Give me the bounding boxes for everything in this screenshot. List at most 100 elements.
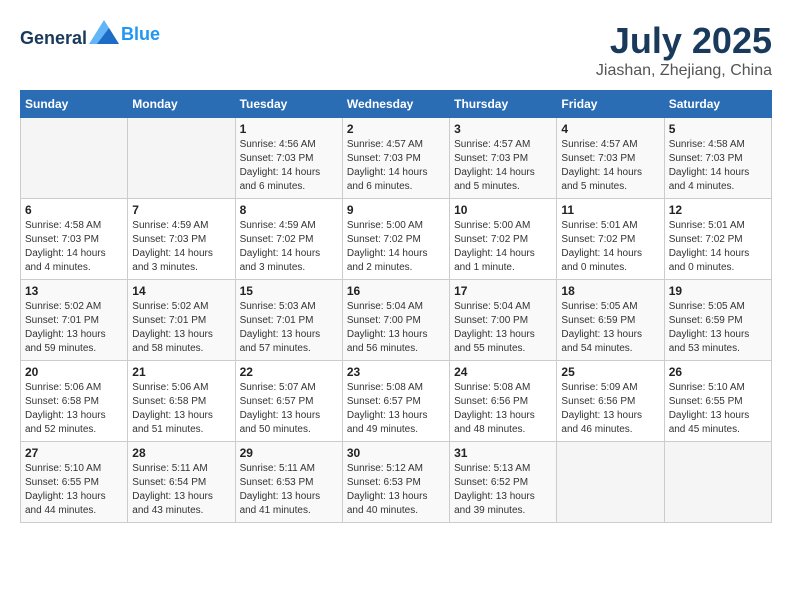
day-number: 12 [669, 203, 767, 217]
day-number: 6 [25, 203, 123, 217]
weekday-header-thursday: Thursday [450, 91, 557, 118]
calendar-cell: 29 Sunrise: 5:11 AMSunset: 6:53 PMDayligh… [235, 442, 342, 523]
calendar-cell: 21Sunrise: 5:06 AMSunset: 6:58 PMDayligh… [128, 361, 235, 442]
day-info: Sunrise: 5:11 AMSunset: 6:53 PMDaylight:… [240, 462, 338, 518]
calendar-cell: 14 Sunrise: 5:02 AMSunset: 7:01 PMDayligh… [128, 280, 235, 361]
calendar-cell: 23 Sunrise: 5:08 AMSunset: 6:57 PMDayligh… [342, 361, 449, 442]
day-number: 5 [669, 122, 767, 136]
day-number: 20 [25, 365, 123, 379]
day-number: 4 [561, 122, 659, 136]
day-number: 29 [240, 446, 338, 460]
day-number: 14 [132, 284, 230, 298]
day-number: 8 [240, 203, 338, 217]
day-info: Sunrise: 5:05 AMSunset: 6:59 PMDaylight:… [561, 300, 659, 356]
calendar-cell: 27Sunrise: 5:10 AMSunset: 6:55 PMDayligh… [21, 442, 128, 523]
day-info: Sunrise: 5:10 AMSunset: 6:55 PMDaylight:… [669, 381, 767, 437]
day-number: 27 [25, 446, 123, 460]
day-info: Sunrise: 5:04 AMSunset: 7:00 PMDaylight:… [347, 300, 445, 356]
weekday-header-saturday: Saturday [664, 91, 771, 118]
day-info: Sunrise: 5:01 AMSunset: 7:02 PMDaylight:… [669, 219, 767, 275]
calendar-cell: 4 Sunrise: 4:57 AMSunset: 7:03 PMDaylight… [557, 118, 664, 199]
day-number: 2 [347, 122, 445, 136]
calendar-cell: 15 Sunrise: 5:03 AMSunset: 7:01 PMDayligh… [235, 280, 342, 361]
calendar-cell: 11 Sunrise: 5:01 AMSunset: 7:02 PMDayligh… [557, 199, 664, 280]
day-number: 9 [347, 203, 445, 217]
day-number: 3 [454, 122, 552, 136]
calendar-cell: 2 Sunrise: 4:57 AMSunset: 7:03 PMDaylight… [342, 118, 449, 199]
day-info: Sunrise: 4:59 AMSunset: 7:03 PMDaylight:… [132, 219, 230, 275]
day-info: Sunrise: 4:59 AMSunset: 7:02 PMDaylight:… [240, 219, 338, 275]
day-number: 24 [454, 365, 552, 379]
day-number: 10 [454, 203, 552, 217]
calendar-cell: 3Sunrise: 4:57 AMSunset: 7:03 PMDaylight… [450, 118, 557, 199]
calendar-cell: 17 Sunrise: 5:04 AMSunset: 7:00 PMDayligh… [450, 280, 557, 361]
location: Jiashan, Zhejiang, China [596, 62, 772, 80]
day-info: Sunrise: 5:12 AMSunset: 6:53 PMDaylight:… [347, 462, 445, 518]
day-info: Sunrise: 5:02 AMSunset: 7:01 PMDaylight:… [132, 300, 230, 356]
day-info: Sunrise: 5:03 AMSunset: 7:01 PMDaylight:… [240, 300, 338, 356]
calendar-cell: 28Sunrise: 5:11 AMSunset: 6:54 PMDayligh… [128, 442, 235, 523]
day-info: Sunrise: 5:00 AMSunset: 7:02 PMDaylight:… [454, 219, 552, 275]
day-number: 19 [669, 284, 767, 298]
day-number: 21 [132, 365, 230, 379]
day-number: 16 [347, 284, 445, 298]
header: General Blue July 2025 Jiashan, Zhejiang… [20, 20, 772, 80]
weekday-header-monday: Monday [128, 91, 235, 118]
logo-icon [89, 20, 119, 44]
calendar-cell: 26Sunrise: 5:10 AMSunset: 6:55 PMDayligh… [664, 361, 771, 442]
day-number: 13 [25, 284, 123, 298]
calendar-cell: 12 Sunrise: 5:01 AMSunset: 7:02 PMDayligh… [664, 199, 771, 280]
month-title: July 2025 [596, 20, 772, 62]
day-info: Sunrise: 5:04 AMSunset: 7:00 PMDaylight:… [454, 300, 552, 356]
day-number: 17 [454, 284, 552, 298]
day-info: Sunrise: 5:05 AMSunset: 6:59 PMDaylight:… [669, 300, 767, 356]
weekday-header-tuesday: Tuesday [235, 91, 342, 118]
day-number: 31 [454, 446, 552, 460]
day-number: 28 [132, 446, 230, 460]
day-info: Sunrise: 5:02 AMSunset: 7:01 PMDaylight:… [25, 300, 123, 356]
calendar-cell: 24Sunrise: 5:08 AMSunset: 6:56 PMDayligh… [450, 361, 557, 442]
calendar-cell: 7 Sunrise: 4:59 AMSunset: 7:03 PMDaylight… [128, 199, 235, 280]
day-info: Sunrise: 5:01 AMSunset: 7:02 PMDaylight:… [561, 219, 659, 275]
day-info: Sunrise: 4:56 AMSunset: 7:03 PMDaylight:… [240, 138, 338, 194]
logo-text: General [20, 20, 119, 49]
weekday-header-row: SundayMondayTuesdayWednesdayThursdayFrid… [21, 91, 772, 118]
logo-blue: Blue [121, 24, 160, 45]
logo-general: General [20, 28, 87, 48]
day-number: 23 [347, 365, 445, 379]
day-number: 1 [240, 122, 338, 136]
logo: General Blue [20, 20, 160, 49]
day-info: Sunrise: 4:57 AMSunset: 7:03 PMDaylight:… [561, 138, 659, 194]
calendar-cell: 22 Sunrise: 5:07 AMSunset: 6:57 PMDayligh… [235, 361, 342, 442]
week-row-5: 27Sunrise: 5:10 AMSunset: 6:55 PMDayligh… [21, 442, 772, 523]
calendar-cell: 30Sunrise: 5:12 AMSunset: 6:53 PMDayligh… [342, 442, 449, 523]
day-number: 15 [240, 284, 338, 298]
day-info: Sunrise: 5:07 AMSunset: 6:57 PMDaylight:… [240, 381, 338, 437]
calendar-cell: 9 Sunrise: 5:00 AMSunset: 7:02 PMDaylight… [342, 199, 449, 280]
week-row-4: 20 Sunrise: 5:06 AMSunset: 6:58 PMDayligh… [21, 361, 772, 442]
calendar-cell: 20 Sunrise: 5:06 AMSunset: 6:58 PMDayligh… [21, 361, 128, 442]
calendar-cell: 1 Sunrise: 4:56 AMSunset: 7:03 PMDaylight… [235, 118, 342, 199]
calendar-cell: 5 Sunrise: 4:58 AMSunset: 7:03 PMDaylight… [664, 118, 771, 199]
week-row-2: 6 Sunrise: 4:58 AMSunset: 7:03 PMDaylight… [21, 199, 772, 280]
title-area: July 2025 Jiashan, Zhejiang, China [596, 20, 772, 80]
day-number: 7 [132, 203, 230, 217]
calendar-table: SundayMondayTuesdayWednesdayThursdayFrid… [20, 90, 772, 523]
day-number: 22 [240, 365, 338, 379]
day-info: Sunrise: 5:09 AMSunset: 6:56 PMDaylight:… [561, 381, 659, 437]
day-info: Sunrise: 5:08 AMSunset: 6:57 PMDaylight:… [347, 381, 445, 437]
calendar-cell: 10 Sunrise: 5:00 AMSunset: 7:02 PMDayligh… [450, 199, 557, 280]
day-info: Sunrise: 5:06 AMSunset: 6:58 PMDaylight:… [25, 381, 123, 437]
calendar-cell: 19 Sunrise: 5:05 AMSunset: 6:59 PMDayligh… [664, 280, 771, 361]
day-info: Sunrise: 4:58 AMSunset: 7:03 PMDaylight:… [669, 138, 767, 194]
calendar-cell: 6 Sunrise: 4:58 AMSunset: 7:03 PMDaylight… [21, 199, 128, 280]
week-row-3: 13 Sunrise: 5:02 AMSunset: 7:01 PMDayligh… [21, 280, 772, 361]
calendar-cell: 8 Sunrise: 4:59 AMSunset: 7:02 PMDaylight… [235, 199, 342, 280]
calendar-cell: 31Sunrise: 5:13 AMSunset: 6:52 PMDayligh… [450, 442, 557, 523]
day-number: 11 [561, 203, 659, 217]
day-info: Sunrise: 4:58 AMSunset: 7:03 PMDaylight:… [25, 219, 123, 275]
day-info: Sunrise: 5:00 AMSunset: 7:02 PMDaylight:… [347, 219, 445, 275]
day-info: Sunrise: 4:57 AMSunset: 7:03 PMDaylight:… [347, 138, 445, 194]
calendar-cell [664, 442, 771, 523]
week-row-1: 1 Sunrise: 4:56 AMSunset: 7:03 PMDaylight… [21, 118, 772, 199]
